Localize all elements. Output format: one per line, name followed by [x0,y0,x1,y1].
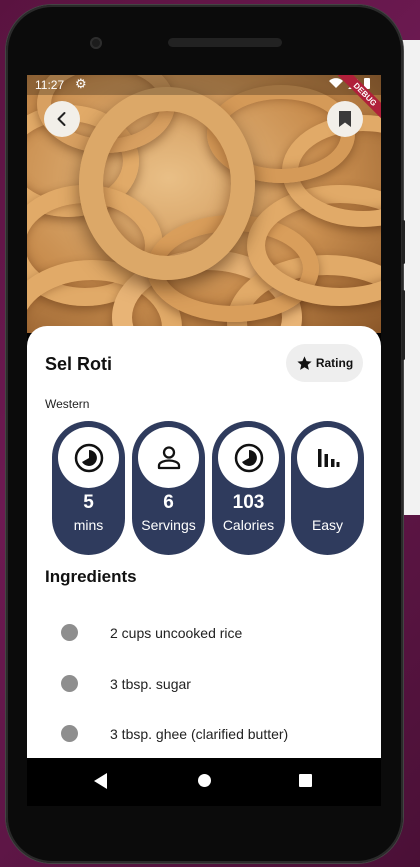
ingredient-text: 2 cups uncooked rice [110,625,243,641]
bullet-icon [61,725,78,742]
stat-difficulty-label: Easy [311,517,344,533]
stat-servings: 6 Servings [132,421,205,555]
phone-speaker [168,38,282,47]
nav-recents-icon[interactable] [299,774,312,787]
gear-icon: ⚙ [75,76,87,91]
recipe-title: Sel Roti [45,354,113,374]
star-icon [297,355,312,370]
rating-button[interactable]: Rating [286,344,363,382]
nav-back-icon[interactable] [94,773,107,789]
bar-chart-icon [297,427,358,488]
stat-difficulty: Easy [291,421,364,555]
stat-calories: 103 Calories [212,421,285,555]
ingredient-text: 3 tbsp. ghee (clarified butter) [110,726,289,742]
system-navigation-bar [27,758,381,806]
bullet-icon [61,675,78,692]
ingredient-text: 3 tbsp. sugar [110,676,191,692]
back-button[interactable] [44,101,80,137]
status-bar: 11:27 ⚙ DEBUG [27,75,381,127]
app-screen: 11:27 ⚙ DEBUG Sel Roti Rating Western 5 … [27,75,381,806]
bookmark-icon [339,111,351,127]
rating-label: Rating [315,356,354,370]
bullet-icon [61,624,78,641]
stat-calories-label: Calories [222,517,275,533]
stat-time-value: 5 [83,492,94,513]
stat-calories-value: 103 [232,492,265,513]
phone-camera [90,37,102,49]
timer-icon [58,427,119,488]
stat-time-label: mins [73,517,104,533]
recipe-details-sheet: Sel Roti Rating Western 5 mins 6 Serving… [27,326,381,806]
volume-button [402,220,405,264]
ingredients-heading: Ingredients [45,567,137,586]
chevron-left-icon [57,112,66,126]
person-icon [138,427,199,488]
timer-icon [218,427,279,488]
nav-home-icon[interactable] [198,774,211,787]
stat-time: 5 mins [52,421,125,555]
power-button [402,290,405,360]
stat-servings-value: 6 [163,492,174,513]
recipe-category: Western [45,397,90,411]
status-time: 11:27 [35,78,65,92]
stat-servings-label: Servings [141,517,196,533]
bookmark-button[interactable] [327,101,363,137]
